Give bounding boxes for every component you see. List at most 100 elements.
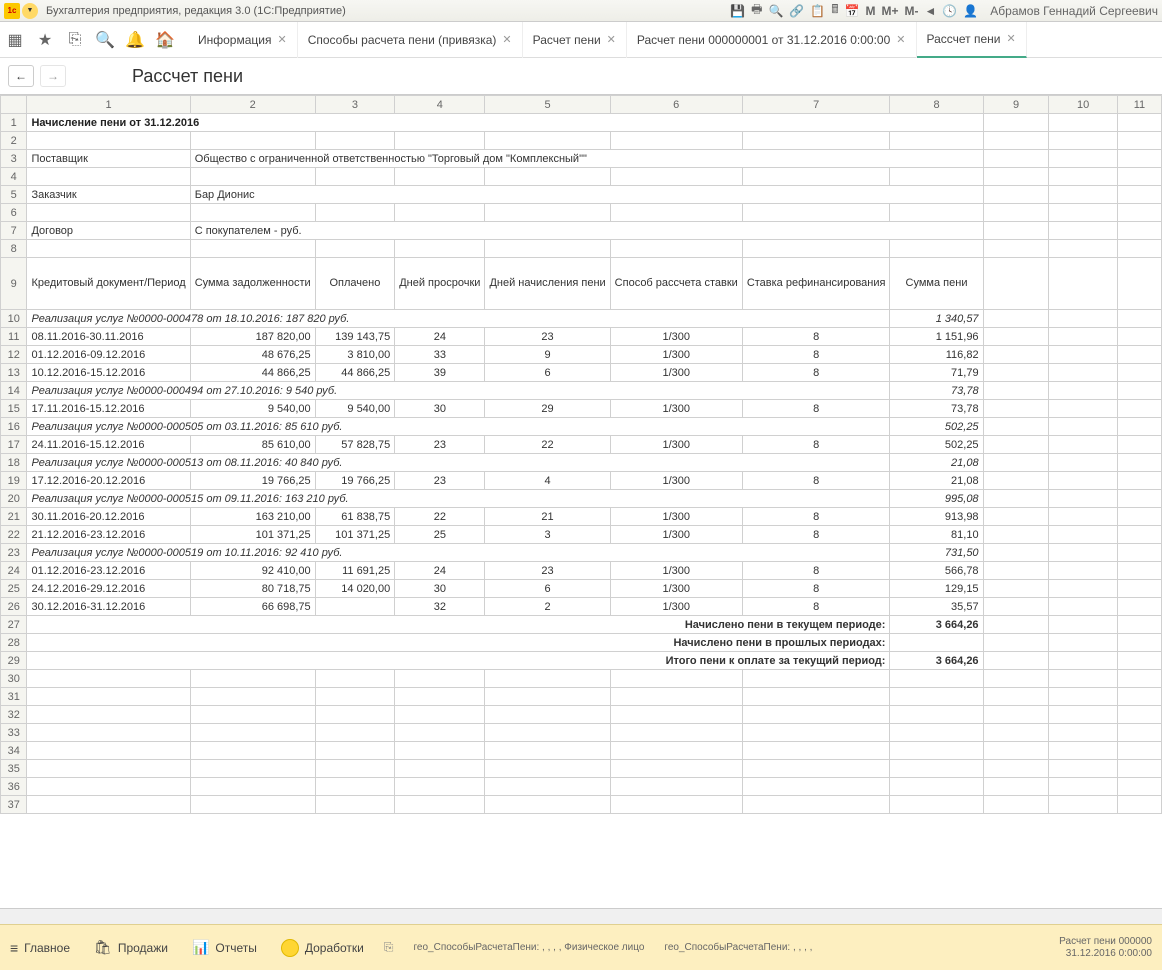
empty[interactable] xyxy=(1049,222,1117,240)
empty[interactable] xyxy=(1049,742,1117,760)
m-minus-button[interactable]: M- xyxy=(905,4,919,18)
empty[interactable] xyxy=(27,724,190,742)
empty[interactable] xyxy=(983,454,1049,472)
empty[interactable] xyxy=(1117,132,1161,150)
empty[interactable] xyxy=(1049,382,1117,400)
print-icon[interactable]: 🖶 xyxy=(751,0,762,21)
row-header[interactable]: 37 xyxy=(1,796,27,814)
tab-1[interactable]: Способы расчета пени (привязка)✕ xyxy=(298,22,523,58)
empty[interactable] xyxy=(27,778,190,796)
row-header[interactable]: 22 xyxy=(1,526,27,544)
empty[interactable] xyxy=(27,688,190,706)
empty[interactable] xyxy=(1117,742,1161,760)
row-header[interactable]: 14 xyxy=(1,382,27,400)
empty[interactable] xyxy=(190,132,315,150)
empty[interactable] xyxy=(1117,634,1161,652)
empty[interactable] xyxy=(983,222,1049,240)
empty[interactable] xyxy=(1049,670,1117,688)
empty[interactable] xyxy=(315,132,395,150)
row-header[interactable]: 9 xyxy=(1,258,27,310)
empty[interactable] xyxy=(1117,436,1161,454)
empty[interactable] xyxy=(485,688,610,706)
empty[interactable] xyxy=(1049,454,1117,472)
empty[interactable] xyxy=(890,670,983,688)
empty[interactable] xyxy=(315,688,395,706)
app-menu-dropdown[interactable]: ▼ xyxy=(22,3,38,19)
empty[interactable] xyxy=(1117,310,1161,328)
empty[interactable] xyxy=(1117,778,1161,796)
row-header[interactable]: 24 xyxy=(1,562,27,580)
empty[interactable] xyxy=(1049,346,1117,364)
row-header[interactable]: 29 xyxy=(1,652,27,670)
row-header[interactable]: 1 xyxy=(1,114,27,132)
back-nav-icon[interactable]: ◄ xyxy=(925,4,937,18)
empty[interactable] xyxy=(1117,598,1161,616)
empty[interactable] xyxy=(395,240,485,258)
empty[interactable] xyxy=(1117,688,1161,706)
empty[interactable] xyxy=(1117,472,1161,490)
empty[interactable] xyxy=(983,150,1049,168)
col-header-8[interactable]: 8 xyxy=(890,96,983,114)
empty[interactable] xyxy=(1049,688,1117,706)
close-icon[interactable]: ✕ xyxy=(502,33,511,46)
empty[interactable] xyxy=(1117,526,1161,544)
empty[interactable] xyxy=(1117,418,1161,436)
empty[interactable] xyxy=(1117,580,1161,598)
empty[interactable] xyxy=(983,490,1049,508)
empty[interactable] xyxy=(742,706,890,724)
empty[interactable] xyxy=(983,706,1049,724)
row-header[interactable]: 33 xyxy=(1,724,27,742)
empty[interactable] xyxy=(1049,204,1117,222)
empty[interactable] xyxy=(1049,364,1117,382)
row-header[interactable]: 15 xyxy=(1,400,27,418)
link-icon[interactable]: 🔗 xyxy=(789,4,804,18)
empty[interactable] xyxy=(1117,508,1161,526)
empty[interactable] xyxy=(190,760,315,778)
empty[interactable] xyxy=(1117,400,1161,418)
empty[interactable] xyxy=(983,258,1049,310)
empty[interactable] xyxy=(742,240,890,258)
empty[interactable] xyxy=(1117,652,1161,670)
empty[interactable] xyxy=(1117,364,1161,382)
empty[interactable] xyxy=(315,168,395,186)
empty[interactable] xyxy=(742,778,890,796)
empty[interactable] xyxy=(1049,490,1117,508)
empty[interactable] xyxy=(983,580,1049,598)
col-header-6[interactable]: 6 xyxy=(610,96,742,114)
nav-back-button[interactable]: ← xyxy=(8,65,34,87)
empty[interactable] xyxy=(395,168,485,186)
close-icon[interactable]: ✕ xyxy=(277,33,286,46)
col-header-11[interactable]: 11 xyxy=(1117,96,1161,114)
row-header[interactable]: 5 xyxy=(1,186,27,204)
empty[interactable] xyxy=(315,724,395,742)
empty[interactable] xyxy=(27,240,190,258)
row-header[interactable]: 20 xyxy=(1,490,27,508)
home-icon[interactable]: 🏠 xyxy=(150,25,180,55)
empty[interactable] xyxy=(1049,472,1117,490)
bottom-menu-0[interactable]: ≡Главное xyxy=(10,940,70,956)
empty[interactable] xyxy=(1049,634,1117,652)
empty[interactable] xyxy=(190,688,315,706)
empty[interactable] xyxy=(1117,168,1161,186)
preview-icon[interactable]: 🔍 xyxy=(768,4,783,18)
empty[interactable] xyxy=(610,796,742,814)
calculator-icon[interactable]: 🖩 xyxy=(831,0,838,21)
empty[interactable] xyxy=(485,706,610,724)
empty[interactable] xyxy=(395,706,485,724)
empty[interactable] xyxy=(485,132,610,150)
row-header[interactable]: 12 xyxy=(1,346,27,364)
row-header[interactable]: 34 xyxy=(1,742,27,760)
empty[interactable] xyxy=(485,778,610,796)
empty[interactable] xyxy=(1117,222,1161,240)
empty[interactable] xyxy=(983,688,1049,706)
empty[interactable] xyxy=(1049,544,1117,562)
tab-2[interactable]: Расчет пени✕ xyxy=(523,22,627,58)
m-plus-button[interactable]: M+ xyxy=(881,4,898,18)
empty[interactable] xyxy=(983,186,1049,204)
row-header[interactable]: 36 xyxy=(1,778,27,796)
empty[interactable] xyxy=(983,508,1049,526)
horizontal-scrollbar[interactable] xyxy=(0,908,1162,924)
save-icon[interactable]: 💾 xyxy=(730,4,745,18)
empty[interactable] xyxy=(983,616,1049,634)
empty[interactable] xyxy=(1117,114,1161,132)
